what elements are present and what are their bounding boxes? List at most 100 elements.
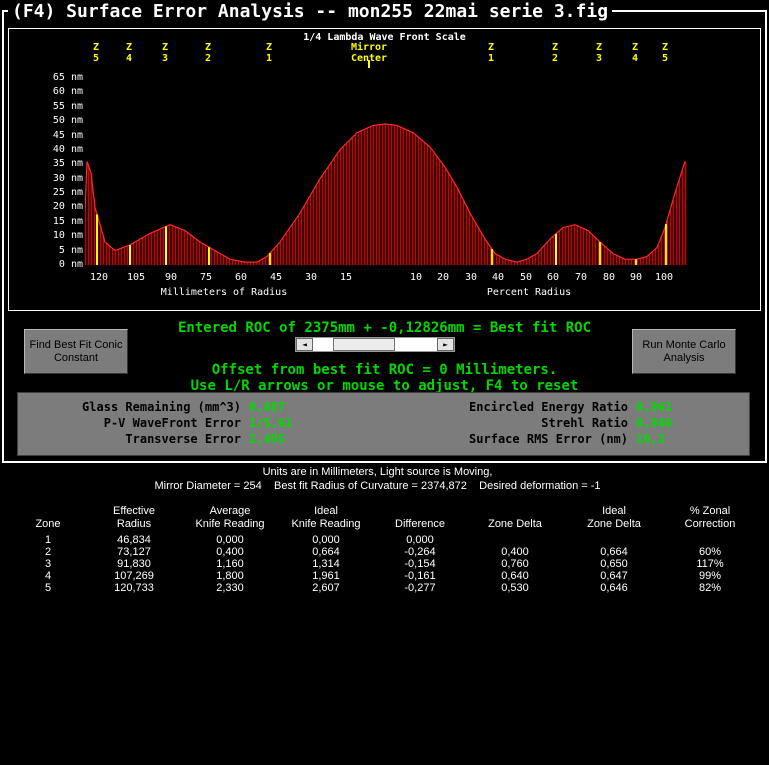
stat-row: Strehl Ratio 0,946 xyxy=(388,415,672,431)
x-tick-label: 45 xyxy=(269,272,283,283)
y-tick-label: 5 nm xyxy=(58,244,83,256)
zone-label: Z2 xyxy=(551,42,559,64)
units-note: Units are in Millimeters, Light source i… xyxy=(262,466,493,478)
button-label-line: Run Monte Carlo xyxy=(642,338,726,351)
zone-table-body: 1 46,834 0,000 0,000 0,000 2 73,127 0,400 0,664 -… xyxy=(10,534,756,594)
mirror-center-tick xyxy=(368,60,370,68)
stat-row: P-V WaveFront Error 1/5,61 xyxy=(30,415,293,431)
stat-row: Encircled Energy Ratio 0,961 xyxy=(388,399,672,415)
table-row: 2 73,127 0,400 0,664 -0,264 0,400 0,664 60% xyxy=(10,546,756,558)
y-tick-label: 15 nm xyxy=(52,215,83,227)
x-tick-label: 60 xyxy=(546,272,560,283)
column-header: Average Knife Reading xyxy=(195,505,265,530)
x-tick-label: 90 xyxy=(629,272,643,283)
scroll-right-button[interactable]: ► xyxy=(437,338,454,351)
stat-label: Strehl Ratio xyxy=(541,416,628,430)
table-cell: -0,154 xyxy=(404,558,436,570)
table-cell: -0,277 xyxy=(404,582,436,594)
y-tick-label: 55 nm xyxy=(52,100,83,112)
table-cell: 46,834 xyxy=(117,534,151,546)
y-tick-label: 50 nm xyxy=(52,115,83,127)
scrollbar-track[interactable] xyxy=(313,338,437,351)
scroll-left-button[interactable]: ◄ xyxy=(296,338,313,351)
table-cell: 60% xyxy=(698,546,722,558)
table-cell: 120,733 xyxy=(114,582,154,594)
table-cell: -0,161 xyxy=(404,570,436,582)
zone-label: Z4 xyxy=(125,42,133,64)
column-header: Ideal Knife Reading xyxy=(291,505,361,530)
table-cell: 91,830 xyxy=(117,558,151,570)
stats-left: Glass Remaining (mm^3) 0,687 P-V WaveFront… xyxy=(30,399,292,447)
table-row: 3 91,830 1,160 1,314 -0,154 0,760 0,650 117% xyxy=(10,558,756,570)
stat-row: Transverse Error 2,495 xyxy=(30,431,292,447)
zone-label: Z3 xyxy=(161,42,169,64)
stat-label: Transverse Error xyxy=(125,432,241,446)
x-tick-label: 40 xyxy=(491,272,505,283)
table-cell: 0,640 xyxy=(501,570,529,582)
table-cell: 0,000 xyxy=(216,534,244,546)
stat-label: Encircled Energy Ratio xyxy=(469,400,628,414)
table-cell xyxy=(466,534,564,546)
table-cell xyxy=(664,534,756,546)
column-header: % Zonal Correction xyxy=(684,505,736,530)
y-tick-label: 20 nm xyxy=(52,201,83,213)
table-cell: 107,269 xyxy=(114,570,154,582)
right-arrow-icon: ► xyxy=(443,340,448,349)
x-tick-label: 120 xyxy=(89,272,109,283)
table-cell: 0,664 xyxy=(600,546,628,558)
stat-value: 10,3 xyxy=(636,432,665,446)
window-title: (F4) Surface Error Analysis -- mon255 22… xyxy=(8,1,613,22)
zone-label: Z4 xyxy=(631,42,639,64)
zone-label: Z1 xyxy=(265,42,273,64)
x-tick-label: 105 xyxy=(126,272,146,283)
stat-value: 2,495 xyxy=(249,432,286,446)
table-cell: 0,647 xyxy=(600,570,628,582)
stat-value: 0,961 xyxy=(636,400,673,414)
roc-offset-scrollbar[interactable]: ◄ ► xyxy=(295,337,455,352)
zone-label: Z3 xyxy=(595,42,603,64)
x-axis-label-mm: Millimeters of Radius xyxy=(160,287,288,298)
main-window: (F4) Surface Error Analysis -- mon255 22… xyxy=(2,1,767,463)
stat-label: Surface RMS Error (nm) xyxy=(469,432,628,446)
column-header: Difference xyxy=(395,518,445,530)
zone-label: Z5 xyxy=(661,42,669,64)
table-cell: 0,760 xyxy=(501,558,529,570)
table-cell: 0,530 xyxy=(501,582,529,594)
x-tick-label: 10 xyxy=(409,272,423,283)
table-cell: 0,400 xyxy=(216,546,244,558)
zone-table-head-row: Zone Effective Radius Average Knife Reading I… xyxy=(10,505,756,534)
x-tick-label: 80 xyxy=(602,272,616,283)
table-cell: 1,314 xyxy=(312,558,340,570)
x-tick-label: 75 xyxy=(199,272,213,283)
x-tick-label: 50 xyxy=(519,272,533,283)
table-cell: 1,160 xyxy=(216,558,244,570)
x-tick-label: 70 xyxy=(574,272,588,283)
zone-label: Z2 xyxy=(204,42,212,64)
y-tick-label: 65 nm xyxy=(52,72,83,83)
stat-value: 1/5,61 xyxy=(249,416,293,430)
y-tick-label: 40 nm xyxy=(52,143,83,155)
table-cell: 4 xyxy=(44,570,52,582)
x-tick-label: 30 xyxy=(304,272,318,283)
y-tick-label: 10 nm xyxy=(52,230,83,242)
table-cell: 0,664 xyxy=(312,546,340,558)
table-cell: 1 xyxy=(44,534,52,546)
x-axis-label-pct: Percent Radius xyxy=(486,287,572,298)
table-cell: -0,264 xyxy=(404,546,436,558)
stat-value: 0,946 xyxy=(636,416,673,430)
column-header: Effective Radius xyxy=(113,505,155,530)
column-header: Zone Delta xyxy=(488,518,542,530)
scrollbar-thumb[interactable] xyxy=(333,338,395,351)
wavefront-chart: 1/4 Lambda Wave Front Scale Z 5 Z 4 Z 3 Z 2 Z 1 Mi… xyxy=(8,28,761,311)
column-header: Ideal Zone Delta xyxy=(587,505,641,530)
y-tick-label: 35 nm xyxy=(52,158,83,170)
stats-right: Encircled Energy Ratio 0,961 Strehl Ratio 0… xyxy=(388,399,672,447)
y-tick-label: 45 nm xyxy=(52,129,83,141)
y-tick-label: 0 nm xyxy=(58,259,83,270)
x-tick-label: 100 xyxy=(654,272,674,283)
x-tick-label: 90 xyxy=(164,272,178,283)
table-cell: 0,000 xyxy=(312,534,340,546)
y-axis-ticks: 65 nm 60 nm 55 nm 50 nm 45 nm 40 nm 35 nm 30 nm… xyxy=(39,29,83,310)
table-cell xyxy=(564,534,664,546)
zone-label: Z1 xyxy=(487,42,495,64)
